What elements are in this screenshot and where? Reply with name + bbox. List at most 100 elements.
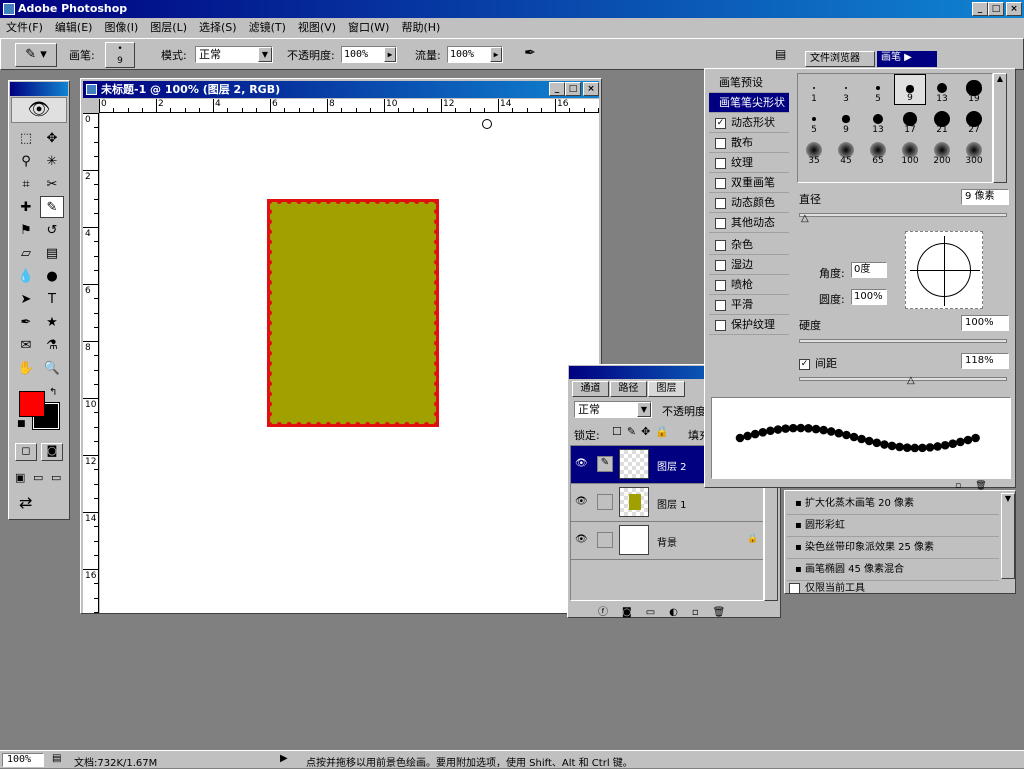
toolbox-title-bar[interactable] bbox=[10, 82, 68, 96]
eye-icon[interactable]: 👁 bbox=[575, 496, 588, 507]
brush-tip-cell[interactable]: 5 bbox=[798, 105, 830, 136]
brush-tip-cell[interactable]: 27 bbox=[958, 105, 990, 136]
default-colors-icon[interactable]: ■ bbox=[17, 419, 26, 429]
brush-setting-checkbox[interactable] bbox=[715, 239, 726, 251]
foreground-color-swatch[interactable] bbox=[19, 391, 45, 417]
shape-icon[interactable]: ★ bbox=[40, 311, 64, 333]
only-current-tool-row[interactable]: 仅限当前工具 bbox=[789, 579, 865, 594]
blend-mode-select[interactable]: 正常 ▼ bbox=[574, 401, 652, 418]
layer-row[interactable]: 👁 图层 1 bbox=[571, 484, 763, 522]
angle-input[interactable]: 0度 bbox=[851, 262, 887, 278]
menu-item[interactable]: 图像(I) bbox=[98, 18, 144, 38]
trash-icon[interactable]: 🗑 bbox=[975, 481, 1000, 491]
zoom-icon[interactable]: 🔍 bbox=[40, 357, 64, 379]
brush-setting-item[interactable]: 其他动态 bbox=[709, 213, 789, 233]
doc-maximize-button[interactable]: □ bbox=[565, 82, 581, 96]
brush-tip-cell[interactable]: 300 bbox=[958, 136, 990, 167]
menu-item[interactable]: 滤镜(T) bbox=[243, 18, 292, 38]
eye-icon[interactable]: 👁 bbox=[575, 534, 588, 545]
screen-mode-full-menu-icon[interactable]: ▭ bbox=[33, 471, 43, 484]
brush-tip-cell[interactable]: 200 bbox=[926, 136, 958, 167]
brush-tip-cell[interactable]: 3 bbox=[830, 74, 862, 105]
screen-mode-full-icon[interactable]: ▭ bbox=[51, 471, 61, 484]
canvas[interactable] bbox=[100, 113, 599, 613]
menu-item[interactable]: 选择(S) bbox=[193, 18, 243, 38]
layer-style-icon[interactable]: ⓕ bbox=[598, 607, 622, 618]
tab-file-browser[interactable]: 文件浏览器 bbox=[805, 51, 875, 67]
adjustment-layer-icon[interactable]: ◐ bbox=[669, 607, 692, 618]
dodge-icon[interactable]: ● bbox=[40, 265, 64, 287]
brush-link-icon[interactable]: ✎ bbox=[597, 456, 613, 472]
menu-item[interactable]: 文件(F) bbox=[0, 18, 49, 38]
hardness-slider[interactable] bbox=[799, 339, 1007, 343]
brush-tip-cell[interactable]: 45 bbox=[830, 136, 862, 167]
brush-setting-checkbox[interactable] bbox=[715, 177, 726, 189]
brush-setting-item[interactable]: 双重画笔 bbox=[709, 173, 789, 193]
crop-icon[interactable]: ⌗ bbox=[14, 173, 38, 195]
spacing-slider-thumb[interactable]: △ bbox=[907, 375, 915, 386]
brush-setting-item[interactable]: 保护纹理 bbox=[709, 315, 789, 335]
brush-setting-checkbox[interactable] bbox=[715, 259, 726, 271]
blur-icon[interactable]: 💧 bbox=[14, 265, 38, 287]
brush-setting-checkbox[interactable] bbox=[715, 217, 726, 229]
new-layer-icon[interactable]: ▫ bbox=[692, 607, 713, 618]
hand-icon[interactable]: ✋ bbox=[14, 357, 38, 379]
brush-tip-cell[interactable]: 9 bbox=[894, 74, 926, 105]
lock-icons[interactable]: ☐✎✥🔒 bbox=[612, 425, 674, 438]
link-slot[interactable] bbox=[597, 494, 613, 510]
chevron-down-icon[interactable]: ▼ bbox=[258, 47, 272, 62]
mode-select[interactable]: 正常 ▼ bbox=[195, 46, 273, 63]
swap-colors-icon[interactable]: ↰ bbox=[49, 387, 57, 398]
spacing-slider[interactable] bbox=[799, 377, 1007, 381]
brush-setting-item[interactable]: 画笔笔尖形状 bbox=[709, 93, 789, 113]
tab-brushes[interactable]: 画笔 ▶ bbox=[877, 51, 937, 67]
jump-to-imageready-icon[interactable]: ⇄ bbox=[19, 493, 32, 512]
brush-setting-checkbox[interactable] bbox=[715, 319, 726, 331]
document-title-bar[interactable]: 未标题-1 @ 100% (图层 2, RGB) _ □ × bbox=[83, 81, 599, 98]
diameter-slider[interactable] bbox=[799, 213, 1007, 217]
brush-setting-checkbox[interactable]: ✓ bbox=[715, 117, 726, 129]
tab-paths[interactable]: 路径 bbox=[610, 381, 647, 397]
brush-tip-cell[interactable]: 17 bbox=[894, 105, 926, 136]
add-mask-icon[interactable]: ◙ bbox=[622, 607, 646, 618]
magic-wand-icon[interactable]: ✳ bbox=[40, 150, 64, 172]
brush-setting-item[interactable]: 喷枪 bbox=[709, 275, 789, 295]
palette-toggle-icon[interactable]: ▤ bbox=[775, 47, 791, 63]
preset-item[interactable]: ▪ 染色丝带印象派效果 25 像素 bbox=[787, 537, 999, 559]
doc-info-icon[interactable]: ▤ bbox=[52, 753, 61, 764]
airbrush-icon[interactable]: ✒ bbox=[519, 45, 541, 65]
brush-tip-cell[interactable]: 5 bbox=[862, 74, 894, 105]
brush-setting-item[interactable]: 平滑 bbox=[709, 295, 789, 315]
eye-icon[interactable]: 👁 bbox=[575, 458, 588, 469]
brush-tip-cell[interactable]: 19 bbox=[958, 74, 990, 105]
zoom-input[interactable]: 100% bbox=[2, 753, 44, 767]
adobe-online-logo[interactable]: 👁 bbox=[11, 97, 67, 123]
move-icon[interactable]: ✥ bbox=[40, 127, 64, 149]
menu-item[interactable]: 视图(V) bbox=[292, 18, 342, 38]
brush-setting-item[interactable]: 湿边 bbox=[709, 255, 789, 275]
eraser-icon[interactable]: ▱ bbox=[14, 242, 38, 264]
clone-stamp-icon[interactable]: ⚑ bbox=[14, 219, 38, 241]
brush-tip-cell[interactable]: 100 bbox=[894, 136, 926, 167]
layer-row[interactable]: 👁 背景 🔒 bbox=[571, 522, 763, 560]
healing-brush-icon[interactable]: ✚ bbox=[14, 196, 38, 218]
quick-mask-button[interactable]: ◙ bbox=[41, 443, 63, 461]
brush-tip-cell[interactable]: 65 bbox=[862, 136, 894, 167]
minimize-button[interactable]: _ bbox=[972, 2, 988, 16]
new-brush-icon[interactable]: ▫ bbox=[955, 481, 975, 491]
brush-tool-preset-picker[interactable]: ✎ ▾ bbox=[15, 43, 57, 67]
brush-tip-cell[interactable]: 21 bbox=[926, 105, 958, 136]
tab-channels[interactable]: 通道 bbox=[572, 381, 609, 397]
diameter-slider-thumb[interactable]: △ bbox=[801, 213, 809, 224]
menu-item[interactable]: 图层(L) bbox=[144, 18, 193, 38]
preset-item[interactable]: ▪ 圆形彩虹 bbox=[787, 515, 999, 537]
menu-item[interactable]: 编辑(E) bbox=[49, 18, 99, 38]
brush-setting-checkbox[interactable] bbox=[715, 197, 726, 209]
diameter-input[interactable]: 9 像素 bbox=[961, 189, 1009, 205]
preset-item[interactable]: ▪ 扩大化蒸木画笔 20 像素 bbox=[787, 493, 999, 515]
status-menu-arrow-icon[interactable]: ▶ bbox=[280, 753, 288, 764]
slice-icon[interactable]: ✂ bbox=[40, 173, 64, 195]
history-brush-icon[interactable]: ↺ bbox=[40, 219, 64, 241]
notes-icon[interactable]: ✉ bbox=[14, 334, 38, 356]
brush-setting-item[interactable]: ✓ 动态形状 bbox=[709, 113, 789, 133]
